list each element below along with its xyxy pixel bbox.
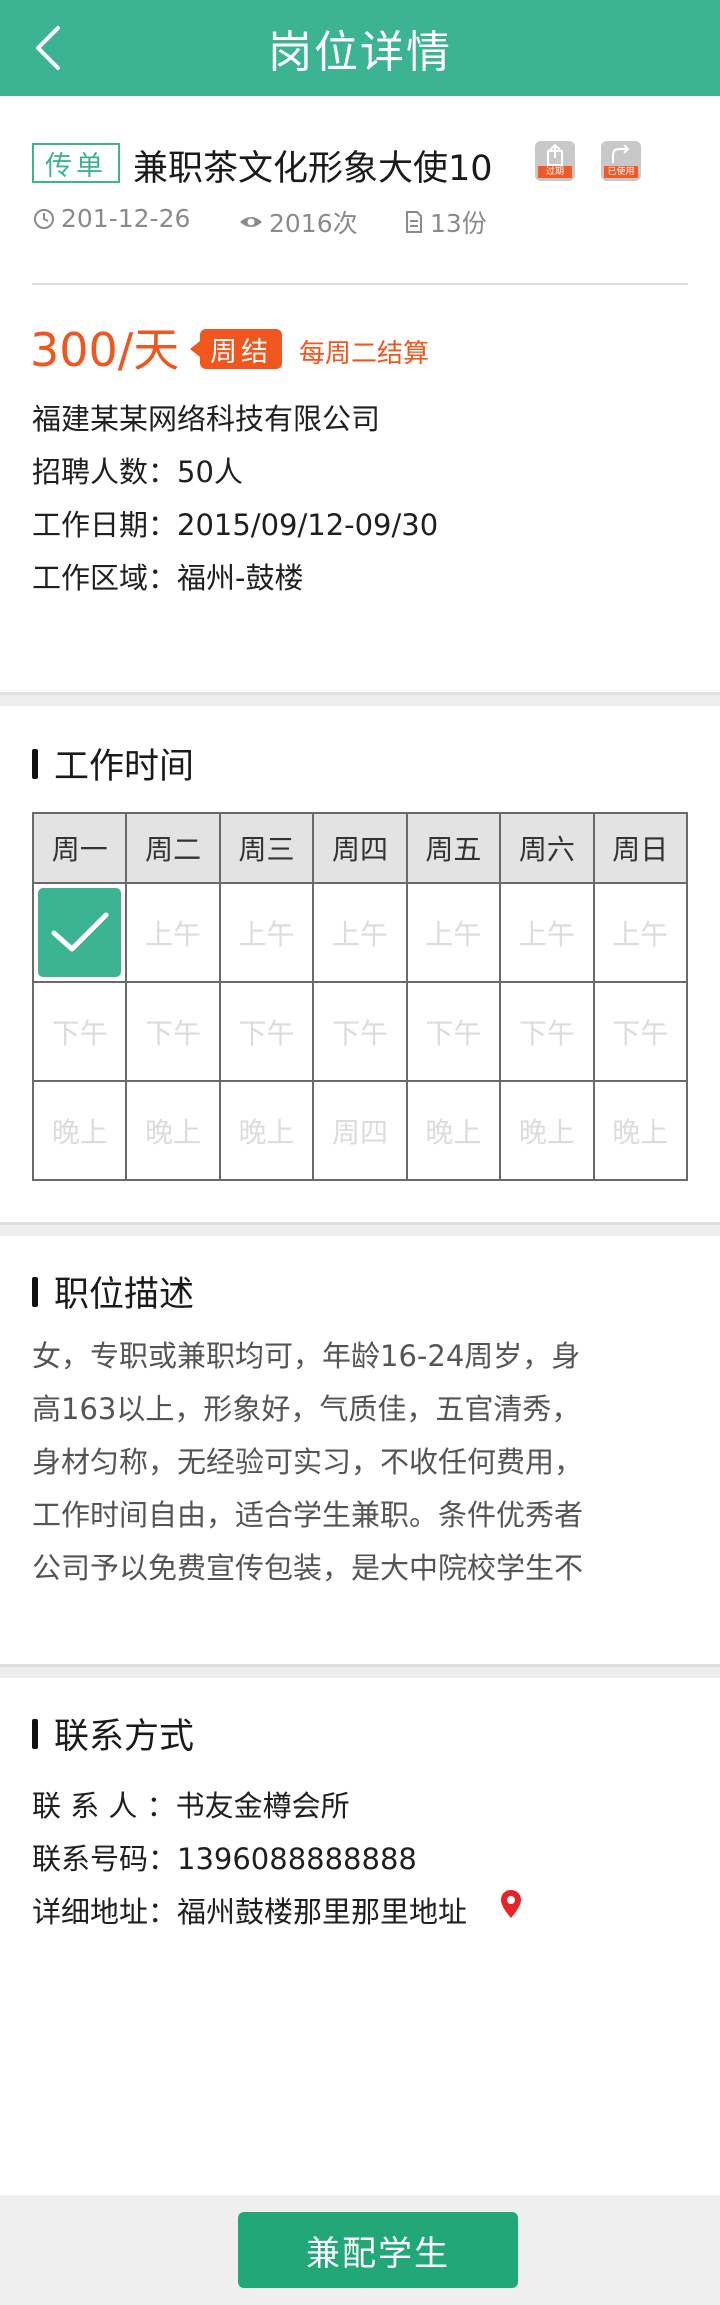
schedule-cell[interactable]: 晚上 [125, 1080, 221, 1181]
share-icon[interactable]: 过期 [535, 141, 575, 181]
location-pin-icon[interactable] [500, 1889, 522, 1919]
publish-date: 201-12-26 [33, 204, 190, 233]
schedule-cell[interactable]: 下午 [31, 981, 128, 1082]
morning-row: 上午 上午 上午 上午 上午 上午 [31, 882, 689, 983]
description-line: 女，专职或兼职均可，年龄16-24周岁，身 [32, 1339, 581, 1373]
schedule-cell[interactable]: 晚上 [31, 1080, 128, 1181]
work-area: 工作区域：福州-鼓楼 [32, 561, 304, 595]
section-gap [0, 692, 720, 706]
schedule-title: 工作时间 [32, 738, 194, 789]
settle-text: 每周二结算 [299, 339, 430, 369]
day-header: 周六 [499, 812, 595, 884]
contact-title: 联系方式 [32, 1708, 194, 1759]
work-date: 工作日期：2015/09/12-09/30 [32, 508, 439, 542]
day-header: 周日 [592, 812, 689, 884]
settle-badge: 周结 [190, 329, 282, 369]
description-line: 公司予以免费宣传包装，是大中院校学生不 [32, 1551, 584, 1585]
day-header: 周四 [312, 812, 408, 884]
company-name: 福建某某网络科技有限公司 [32, 402, 381, 436]
schedule-cell[interactable]: 上午 [499, 882, 595, 983]
back-arrow-icon[interactable] [30, 22, 70, 74]
day-header: 周一 [31, 812, 128, 884]
schedule-cell[interactable]: 周四 [312, 1080, 408, 1181]
contact-person: 联 系 人 ：书友金樽会所 [32, 1789, 350, 1823]
recruit-count: 招聘人数：50人 [32, 455, 243, 489]
copy-count: 13份 [404, 204, 487, 240]
schedule-cell[interactable]: 下午 [312, 981, 408, 1082]
description-line: 高163以上，形象好，气质佳，五官清秀， [32, 1392, 581, 1426]
redo-icon[interactable]: 已使用 [601, 141, 641, 181]
job-title: 兼职茶文化形象大使10 [133, 149, 493, 189]
view-count: 2016次 [239, 204, 358, 240]
match-student-button[interactable]: 兼配学生 [238, 2212, 518, 2288]
schedule-cell[interactable]: 下午 [218, 981, 315, 1082]
day-header: 周二 [125, 812, 221, 884]
schedule-cell[interactable]: 下午 [592, 981, 689, 1082]
description-line: 身材匀称，无经验可实习，不收任何费用， [32, 1445, 584, 1479]
description-title: 职位描述 [32, 1266, 194, 1317]
document-icon [406, 211, 422, 233]
copies-text: 13份 [430, 209, 487, 238]
schedule-cell[interactable]: 下午 [499, 981, 595, 1082]
schedule-cell[interactable]: 上午 [592, 882, 689, 983]
section-gap [0, 1664, 720, 1678]
schedule-cell[interactable]: 上午 [125, 882, 221, 983]
views-text: 2016次 [269, 209, 358, 238]
description-line: 工作时间自由，适合学生兼职。条件优秀者 [32, 1498, 584, 1532]
expired-label: 过期 [538, 166, 572, 178]
schedule-cell[interactable]: 下午 [125, 981, 221, 1082]
contact-address[interactable]: 详细地址：福州鼓楼那里那里地址 [32, 1889, 467, 1931]
schedule-cell-checked[interactable] [31, 882, 128, 983]
schedule-cell[interactable]: 晚上 [499, 1080, 595, 1181]
app-header: 岗位详情 [0, 0, 720, 96]
schedule-table: 周一 周二 周三 周四 周五 周六 周日 上午 上午 上午 上午 上午 上午 下… [31, 812, 689, 1181]
schedule-cell[interactable]: 下午 [405, 981, 502, 1082]
day-header: 周五 [405, 812, 502, 884]
eye-icon [240, 217, 262, 227]
clock-icon [34, 208, 54, 229]
used-label: 已使用 [604, 166, 638, 178]
evening-row: 晚上 晚上 晚上 周四 晚上 晚上 晚上 [31, 1080, 689, 1181]
salary: 300/天 [30, 323, 180, 377]
job-description: 女，专职或兼职均可，年龄16-24周岁，身 高163以上，形象好，气质佳，五官清… [32, 1330, 682, 1595]
section-gap [0, 1222, 720, 1236]
schedule-cell[interactable]: 上午 [218, 882, 315, 983]
schedule-cell[interactable]: 晚上 [592, 1080, 689, 1181]
page-title: 岗位详情 [268, 27, 452, 78]
schedule-cell[interactable]: 上午 [312, 882, 408, 983]
divider [32, 283, 688, 285]
schedule-cell[interactable]: 晚上 [218, 1080, 315, 1181]
checkmark-icon [38, 888, 122, 977]
contact-phone[interactable]: 联系号码：1396088888888 [32, 1836, 417, 1878]
schedule-cell[interactable]: 上午 [405, 882, 502, 983]
date-text: 201-12-26 [61, 204, 191, 233]
schedule-cell[interactable]: 晚上 [405, 1080, 502, 1181]
day-header: 周三 [218, 812, 315, 884]
afternoon-row: 下午 下午 下午 下午 下午 下午 下午 [31, 981, 689, 1082]
job-category-tag: 传单 [32, 143, 120, 183]
